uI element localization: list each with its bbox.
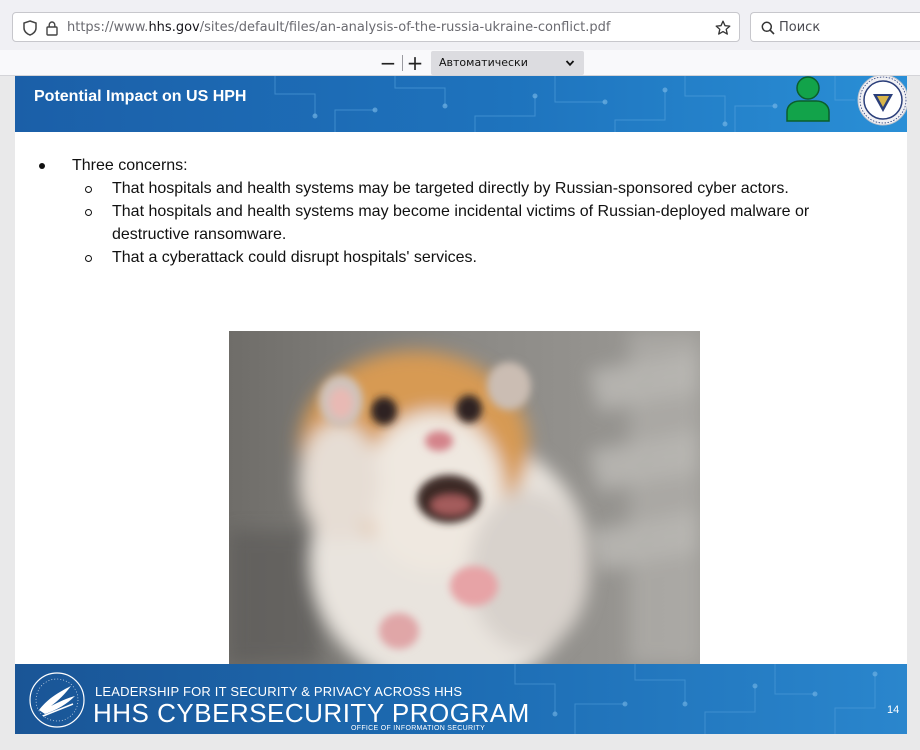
pdf-toolbar: − + Автоматически xyxy=(0,50,920,76)
sub-bullet-text: That hospitals and health systems may be… xyxy=(112,203,810,243)
sub-bullet-ring xyxy=(85,255,92,262)
hhs-seal-icon xyxy=(857,76,907,126)
sub-bullet-ring xyxy=(85,209,92,216)
sub-bullet-item: That hospitals and health systems may be… xyxy=(15,177,907,200)
search-icon xyxy=(759,19,777,37)
sub-bullet-item: That a cyberattack could disrupt hospita… xyxy=(15,246,907,269)
chevron-down-icon xyxy=(565,60,575,67)
user-icon xyxy=(786,76,830,122)
document-viewport[interactable]: Potential Impact on US HPH Three concern… xyxy=(0,76,920,750)
slide-title: Potential Impact on US HPH xyxy=(34,88,247,105)
bullet-item: Three concerns: xyxy=(15,154,907,177)
url-path: /sites/default/files/an-analysis-of-the-… xyxy=(199,20,611,35)
shield-icon[interactable] xyxy=(21,19,39,37)
sub-bullet-ring xyxy=(85,186,92,193)
page-number: 14 xyxy=(887,704,900,716)
url-prefix: https://www. xyxy=(67,20,149,35)
browser-toolbar: https://www.hhs.gov/sites/default/files/… xyxy=(0,0,920,50)
bullet-text: Three concerns: xyxy=(72,157,188,174)
bullet-dot xyxy=(39,163,45,169)
hhs-eagle-logo xyxy=(29,672,85,728)
footer-office-name: OFFICE OF INFORMATION SECURITY xyxy=(351,725,486,732)
sub-bullet-text: That a cyberattack could disrupt hospita… xyxy=(112,249,477,266)
zoom-in-button[interactable]: + xyxy=(404,52,426,74)
url-domain: hhs.gov xyxy=(148,20,200,35)
zoom-select[interactable]: Автоматически xyxy=(431,51,584,75)
url-text: https://www.hhs.gov/sites/default/files/… xyxy=(67,20,610,35)
bullet-list: Three concerns: That hospitals and healt… xyxy=(15,154,907,269)
sub-bullet-item: That hospitals and health systems may be… xyxy=(15,200,907,246)
slide-header: Potential Impact on US HPH xyxy=(15,76,907,132)
bookmark-star-icon[interactable] xyxy=(713,18,733,38)
hamster-photo xyxy=(229,331,700,664)
slide-footer: LEADERSHIP FOR IT SECURITY & PRIVACY ACR… xyxy=(15,664,907,734)
zoom-out-button[interactable]: − xyxy=(377,52,399,74)
sub-bullet-text: That hospitals and health systems may be… xyxy=(112,180,789,197)
footer-tagline: LEADERSHIP FOR IT SECURITY & PRIVACY ACR… xyxy=(95,684,463,699)
lock-icon[interactable] xyxy=(43,19,61,37)
search-placeholder: Поиск xyxy=(779,20,821,35)
address-bar[interactable]: https://www.hhs.gov/sites/default/files/… xyxy=(12,12,740,42)
search-bar[interactable]: Поиск xyxy=(750,12,920,42)
toolbar-separator xyxy=(402,55,403,71)
zoom-select-value: Автоматически xyxy=(439,56,528,69)
pdf-page: Potential Impact on US HPH Three concern… xyxy=(15,76,907,734)
